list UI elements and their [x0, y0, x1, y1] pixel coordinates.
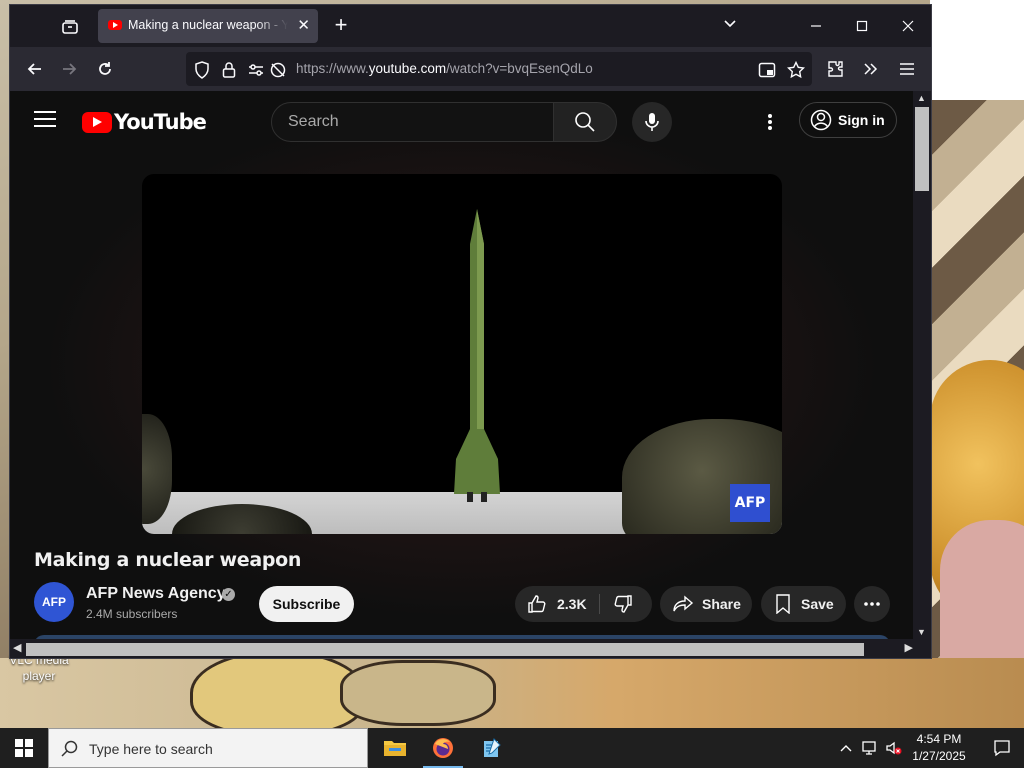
- search-input[interactable]: Search: [271, 102, 555, 142]
- save-button[interactable]: Save: [761, 586, 846, 622]
- like-button[interactable]: 2.3K: [527, 594, 587, 614]
- scroll-down-icon[interactable]: ▼: [917, 627, 926, 637]
- search-button[interactable]: [553, 102, 617, 142]
- afp-watermark: AFP: [730, 484, 770, 522]
- vertical-scroll-thumb[interactable]: [915, 107, 929, 191]
- share-button[interactable]: Share: [660, 586, 752, 622]
- scroll-right-icon[interactable]: ▶: [905, 641, 913, 654]
- notepad-button[interactable]: [467, 728, 515, 768]
- folder-icon: [384, 741, 406, 756]
- voice-search-button[interactable]: [632, 102, 672, 142]
- system-clock[interactable]: 4:54 PM 1/27/2025: [900, 731, 978, 765]
- thumbs-down-icon: [614, 595, 632, 613]
- url-text[interactable]: https://www.youtube.com/watch?v=bvqEsenQ…: [296, 61, 593, 76]
- browser-tab-active[interactable]: Making a nuclear weapon - YouTube ✕: [98, 9, 318, 43]
- new-tab-icon[interactable]: +: [328, 13, 354, 39]
- microphone-icon: [645, 113, 659, 131]
- search-icon: [575, 112, 595, 132]
- channel-avatar[interactable]: AFP: [34, 582, 74, 622]
- vertical-scrollbar[interactable]: ▲ ▼: [913, 91, 931, 639]
- save-label: Save: [801, 596, 834, 612]
- subscriber-count: 2.4M subscribers: [86, 607, 178, 621]
- video-title: Making a nuclear weapon: [34, 549, 302, 571]
- clock-time: 4:54 PM: [916, 732, 962, 746]
- like-count: 2.3K: [557, 596, 587, 612]
- taskbar-search-box[interactable]: Type here to search: [48, 728, 368, 768]
- browser-window: Making a nuclear weapon - YouTube ✕ +: [10, 5, 931, 658]
- desktop-wallpaper-bottom: [0, 658, 1024, 728]
- youtube-logo[interactable]: YouTube: [82, 110, 207, 134]
- minimize-icon[interactable]: [793, 5, 839, 47]
- scroll-left-icon[interactable]: ◀: [13, 641, 21, 654]
- like-dislike-group: 2.3K: [515, 586, 652, 622]
- clock-date: 1/27/2025: [912, 749, 966, 763]
- tab-title: Making a nuclear weapon - YouTube: [128, 18, 288, 32]
- overflow-chevron-icon[interactable]: [855, 55, 885, 83]
- like-divider: [599, 594, 600, 614]
- share-label: Share: [702, 596, 741, 612]
- close-tab-icon[interactable]: ✕: [297, 16, 310, 34]
- channel-name[interactable]: AFP News Agency: [86, 585, 226, 603]
- verified-check-icon: ✓: [222, 588, 235, 601]
- tab-list-icon[interactable]: [56, 13, 84, 41]
- subscribe-button[interactable]: Subscribe: [259, 586, 354, 622]
- taskbar-search-placeholder: Type here to search: [89, 741, 213, 757]
- more-horizontal-icon: [864, 602, 880, 606]
- bookmark-icon: [776, 594, 790, 614]
- back-arrow-icon[interactable]: [20, 55, 50, 83]
- forward-arrow-icon[interactable]: [54, 55, 84, 83]
- windows-logo-icon: [15, 739, 33, 757]
- wallpaper-figure-2: [340, 660, 496, 726]
- reload-icon[interactable]: [90, 55, 120, 83]
- sign-in-button[interactable]: Sign in: [799, 102, 897, 138]
- extensions-icon[interactable]: [820, 55, 850, 83]
- permissions-icon[interactable]: [246, 60, 266, 80]
- firefox-icon: [433, 738, 453, 758]
- thumbs-up-icon: [528, 595, 546, 613]
- horizontal-scroll-thumb[interactable]: [26, 643, 864, 656]
- sign-in-label: Sign in: [838, 112, 885, 128]
- address-bar[interactable]: https://www.youtube.com/watch?v=bvqEsenQ…: [186, 52, 812, 86]
- horizontal-scrollbar[interactable]: ◀ ▶: [10, 639, 931, 658]
- show-hidden-icons-chevron-icon[interactable]: [836, 728, 856, 768]
- guide-menu-icon[interactable]: [34, 111, 56, 127]
- file-explorer-button[interactable]: [371, 728, 419, 768]
- more-actions-button[interactable]: [854, 586, 890, 622]
- settings-more-icon[interactable]: [758, 111, 782, 133]
- firefox-button[interactable]: [419, 728, 467, 768]
- desktop-background-top: [930, 0, 1024, 100]
- page-content: YouTube Search Sign in AFP Making a nucl…: [10, 91, 913, 639]
- start-button[interactable]: [0, 728, 48, 768]
- account-circle-icon: [810, 109, 832, 131]
- tracking-shield-icon[interactable]: [192, 60, 212, 80]
- close-window-icon[interactable]: [885, 5, 931, 47]
- notepad-icon: [484, 738, 501, 757]
- lock-icon[interactable]: [219, 60, 239, 80]
- search-placeholder: Search: [288, 113, 339, 130]
- video-player[interactable]: AFP: [142, 174, 782, 534]
- navigation-toolbar: https://www.youtube.com/watch?v=bvqEsenQ…: [10, 47, 931, 91]
- notification-center-button[interactable]: [980, 728, 1024, 768]
- autoplay-blocked-icon[interactable]: [268, 60, 288, 80]
- picture-in-picture-icon[interactable]: [757, 60, 777, 80]
- youtube-play-icon: [82, 111, 112, 133]
- bookmark-star-icon[interactable]: [786, 60, 806, 80]
- chevron-down-icon[interactable]: [722, 15, 738, 36]
- hamburger-menu-icon[interactable]: [892, 55, 922, 83]
- search-icon: [61, 740, 78, 757]
- tab-bar: Making a nuclear weapon - YouTube ✕ +: [10, 5, 931, 47]
- dislike-button[interactable]: [613, 594, 633, 617]
- youtube-favicon-icon: [108, 20, 122, 30]
- share-arrow-icon: [673, 595, 694, 612]
- maximize-icon[interactable]: [839, 5, 885, 47]
- network-icon[interactable]: [860, 728, 880, 768]
- taskbar: Type here to search 4:54 PM 1/27/2025: [0, 728, 1024, 768]
- missile-illustration: [454, 209, 500, 502]
- notification-icon: [994, 740, 1010, 757]
- scroll-up-icon[interactable]: ▲: [917, 93, 926, 103]
- youtube-wordmark: YouTube: [114, 110, 207, 134]
